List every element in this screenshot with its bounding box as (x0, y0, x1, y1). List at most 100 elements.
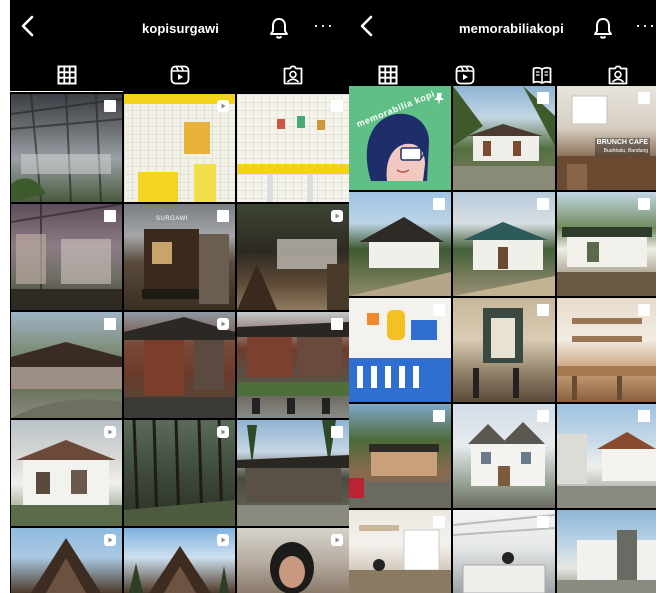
profile-username: kopisurgawi (142, 21, 219, 36)
reel-badge (103, 425, 117, 439)
multiple-posts-badge (536, 91, 550, 105)
more-options-button[interactable]: ··· (635, 16, 656, 40)
post-tile[interactable]: BRUNCH CAFE Buahbatu, Bandung (557, 86, 656, 190)
pinned-badge (432, 92, 446, 106)
top-bar: memorabiliakopi ··· (349, 0, 656, 58)
reel-badge (216, 533, 230, 547)
multiple-posts-icon (331, 100, 343, 112)
reel-badge-icon (217, 100, 229, 112)
post-tile[interactable] (237, 312, 349, 418)
brunch-cafe-sign: BRUNCH CAFE Buahbatu, Bandung (594, 138, 650, 156)
bell-icon (594, 18, 612, 39)
multiple-posts-icon (104, 318, 116, 330)
post-tile[interactable] (124, 420, 235, 526)
back-button[interactable] (18, 14, 42, 42)
post-tile[interactable] (557, 404, 656, 508)
reels-icon (455, 65, 474, 85)
post-tile[interactable] (349, 298, 451, 402)
shop-sign-text: SURGAWI (156, 216, 188, 222)
post-tile[interactable] (237, 528, 349, 593)
multiple-posts-icon (537, 92, 549, 104)
multiple-posts-badge (536, 197, 550, 211)
grid-icon (378, 65, 397, 85)
multiple-posts-icon (537, 516, 549, 528)
post-tile[interactable] (557, 510, 656, 593)
multiple-posts-badge (103, 209, 117, 223)
reel-badge (216, 425, 230, 439)
reel-badge-icon (331, 534, 343, 546)
reel-badge-icon (331, 210, 343, 222)
multiple-posts-badge (637, 197, 651, 211)
post-tile[interactable] (557, 298, 656, 402)
post-tile[interactable] (11, 312, 122, 418)
post-tile[interactable] (349, 510, 451, 593)
post-tile[interactable] (557, 192, 656, 296)
reel-badge (330, 533, 344, 547)
notifications-button[interactable] (592, 16, 614, 40)
post-tile[interactable] (453, 404, 555, 508)
multiple-posts-badge (432, 303, 446, 317)
profile-tabs (10, 58, 349, 92)
multiple-posts-icon (537, 304, 549, 316)
post-tile[interactable] (237, 204, 349, 310)
multiple-posts-icon (638, 410, 650, 422)
post-tile[interactable] (453, 86, 555, 190)
multiple-posts-badge (432, 409, 446, 423)
post-tile[interactable] (453, 298, 555, 402)
multiple-posts-badge (432, 515, 446, 529)
post-tile[interactable] (124, 94, 235, 202)
post-tile[interactable] (349, 192, 451, 296)
multiple-posts-icon (331, 426, 343, 438)
multiple-posts-badge (330, 99, 344, 113)
reel-badge (216, 317, 230, 331)
post-tile[interactable] (237, 94, 349, 202)
tab-tagged[interactable] (236, 58, 349, 92)
reels-icon (170, 65, 189, 85)
post-tile[interactable] (11, 204, 122, 310)
post-tile[interactable]: SURGAWI (124, 204, 235, 310)
profile-username: memorabiliakopi (459, 21, 564, 36)
multiple-posts-icon (104, 210, 116, 222)
pin-icon (434, 93, 444, 105)
multiple-posts-icon (433, 198, 445, 210)
pinned-post-tile[interactable]: memorabilia kopi (349, 86, 451, 190)
post-tile[interactable] (124, 312, 235, 418)
tab-reels[interactable] (123, 58, 236, 92)
multiple-posts-badge (103, 99, 117, 113)
post-tile[interactable] (453, 510, 555, 593)
more-options-button[interactable]: ··· (313, 16, 337, 40)
posts-grid: SURGAWI (10, 92, 349, 593)
multiple-posts-icon (433, 410, 445, 422)
multiple-posts-badge (637, 91, 651, 105)
notifications-button[interactable] (268, 16, 290, 40)
multiple-posts-icon (638, 92, 650, 104)
multiple-posts-badge (536, 303, 550, 317)
multiple-posts-icon (217, 210, 229, 222)
reel-badge (103, 533, 117, 547)
multiple-posts-badge (637, 303, 651, 317)
post-tile[interactable] (237, 420, 349, 526)
profile-panel-kopisurgawi: kopisurgawi ··· SURGAWI (10, 0, 349, 593)
multiple-posts-icon (638, 198, 650, 210)
reel-badge-icon (104, 426, 116, 438)
multiple-posts-badge (637, 409, 651, 423)
post-tile[interactable] (349, 404, 451, 508)
post-tile[interactable] (11, 528, 122, 593)
multiple-posts-icon (537, 410, 549, 422)
brunch-cafe-title: BRUNCH CAFE (596, 139, 648, 146)
multiple-posts-badge (536, 409, 550, 423)
back-button[interactable] (357, 14, 381, 42)
tab-grid[interactable] (10, 58, 123, 92)
post-tile[interactable] (11, 94, 122, 202)
post-tile[interactable] (124, 528, 235, 593)
multiple-posts-badge (330, 425, 344, 439)
grid-icon (57, 65, 76, 85)
post-tile[interactable] (11, 420, 122, 526)
reel-badge (216, 99, 230, 113)
multiple-posts-badge (216, 209, 230, 223)
more-horizontal-icon: ··· (635, 15, 656, 35)
multiple-posts-icon (638, 304, 650, 316)
reel-badge-icon (217, 318, 229, 330)
post-tile[interactable] (453, 192, 555, 296)
multiple-posts-badge (330, 317, 344, 331)
